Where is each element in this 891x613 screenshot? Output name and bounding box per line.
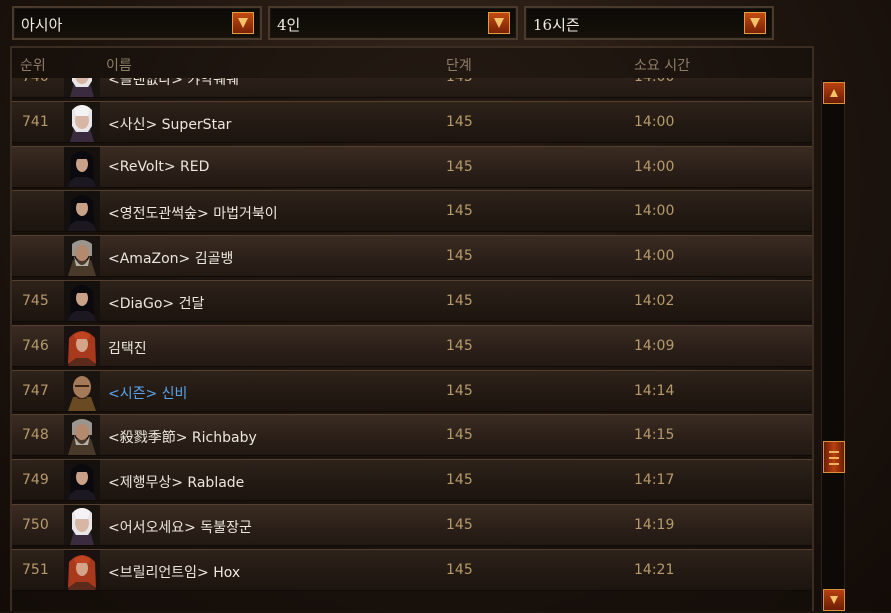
row-time: 14:00 [634, 113, 675, 130]
table-row[interactable]: 750 <어서오세요> 독불장군 145 14:19 [12, 504, 812, 546]
hero-portrait [64, 78, 100, 97]
row-player-name[interactable]: <영전도관썩숲> 마법거북이 [108, 203, 278, 223]
header-time[interactable]: 소요 시간 [634, 55, 690, 75]
table-row[interactable]: 751 <브릴리언트임> Hox 145 14:21 [12, 548, 812, 591]
header-name[interactable]: 이름 [106, 55, 132, 75]
table-row[interactable]: 740 <클랜없다> 캬악퉤퉤 145 14:00 [12, 78, 812, 98]
row-time: 14:00 [634, 248, 675, 265]
row-level: 145 [446, 248, 473, 265]
row-player-name[interactable]: <어서오세요> 독불장군 [108, 517, 252, 537]
region-dropdown[interactable]: 아시아 [12, 6, 262, 40]
table-row[interactable]: <AmaZon> 김골뱅 145 14:00 [12, 235, 812, 278]
header-level[interactable]: 단계 [446, 55, 472, 75]
row-player-name[interactable]: <사신> SuperStar [108, 114, 231, 134]
row-time: 14:21 [634, 561, 675, 578]
arrow-up-icon [830, 89, 838, 97]
hero-portrait [64, 505, 100, 545]
row-level: 145 [446, 337, 473, 354]
row-level: 145 [446, 203, 473, 220]
hero-portrait [64, 415, 100, 456]
table-body: 740 <클랜없다> 캬악퉤퉤14514:00741 <사신> SuperSta… [12, 78, 812, 613]
arrow-down-icon [830, 596, 838, 604]
hero-portrait [64, 460, 100, 501]
row-level: 145 [446, 113, 473, 130]
table-row[interactable]: 745 <DiaGo> 건달 145 14:02 [12, 280, 812, 322]
row-rank: 745 [22, 293, 49, 309]
row-level: 145 [446, 517, 473, 533]
row-player-name[interactable]: <시즌> 신비 [108, 383, 187, 403]
row-rank: 741 [22, 113, 49, 130]
table-header: 순위 이름 단계 소요 시간 [12, 48, 812, 78]
row-player-name[interactable]: 김택진 [108, 338, 147, 358]
row-player-name[interactable]: <殺戮季節> Richbaby [108, 427, 257, 447]
season-dropdown[interactable]: 16시즌 [524, 6, 774, 40]
region-dropdown-value: 아시아 [21, 16, 63, 34]
row-time: 14:00 [634, 203, 675, 220]
table-row[interactable]: <ReVolt> RED 145 14:00 [12, 145, 812, 188]
hero-portrait [64, 281, 100, 321]
table-row[interactable]: 748 <殺戮季節> Richbaby 145 14:15 [12, 414, 812, 457]
table-row[interactable]: 741 <사신> SuperStar 145 14:00 [12, 100, 812, 143]
row-rank: 751 [22, 561, 49, 578]
table-row[interactable]: 749 <제행무상> Rablade 145 14:17 [12, 459, 812, 502]
season-dropdown-value: 16시즌 [533, 16, 580, 34]
row-player-name[interactable]: <ReVolt> RED [108, 159, 209, 175]
row-level: 145 [446, 427, 473, 444]
row-level: 145 [446, 293, 473, 309]
row-player-name[interactable]: <제행무상> Rablade [108, 472, 244, 492]
chevron-down-icon[interactable] [488, 12, 510, 34]
row-level: 145 [446, 382, 473, 399]
party-size-dropdown[interactable]: 4인 [268, 6, 518, 40]
scrollbar-track[interactable] [821, 80, 845, 611]
row-player-name[interactable]: <브릴리언트임> Hox [108, 562, 240, 582]
row-rank: 746 [22, 337, 49, 354]
scroll-down-button[interactable] [823, 589, 845, 611]
hero-portrait [64, 101, 100, 142]
row-player-name[interactable]: <AmaZon> 김골뱅 [108, 248, 233, 268]
row-rank: 748 [22, 427, 49, 444]
row-level: 145 [446, 561, 473, 578]
hero-portrait [64, 549, 100, 590]
hero-portrait [64, 146, 100, 187]
party-size-dropdown-value: 4인 [277, 16, 301, 34]
row-time: 14:09 [634, 337, 675, 354]
scrollbar-thumb[interactable] [823, 441, 845, 473]
chevron-down-icon[interactable] [232, 12, 254, 34]
header-rank[interactable]: 순위 [20, 55, 46, 75]
chevron-down-icon[interactable] [744, 12, 766, 34]
row-time: 14:00 [634, 158, 675, 175]
row-time: 14:15 [634, 427, 675, 444]
row-rank: 750 [22, 517, 49, 533]
row-time: 14:19 [634, 517, 675, 533]
table-row[interactable]: <영전도관썩숲> 마법거북이 145 14:00 [12, 190, 812, 233]
row-player-name[interactable]: <DiaGo> 건달 [108, 293, 204, 313]
row-time: 14:00 [634, 78, 674, 85]
row-level: 145 [446, 158, 473, 175]
row-level: 145 [446, 78, 473, 85]
scroll-up-button[interactable] [823, 82, 845, 104]
table-row[interactable]: 747 <시즌> 신비 145 14:14 [12, 369, 812, 412]
hero-portrait [64, 236, 100, 277]
hero-portrait [64, 191, 100, 232]
row-time: 14:02 [634, 293, 675, 309]
leaderboard-panel: 순위 이름 단계 소요 시간 740 <클랜없다> 캬악퉤퉤14514:0074… [10, 46, 814, 611]
row-rank: 749 [22, 472, 49, 489]
row-level: 145 [446, 472, 473, 489]
hero-portrait [64, 325, 100, 366]
row-time: 14:14 [634, 382, 675, 399]
table-row[interactable]: 746 김택진 145 14:09 [12, 324, 812, 367]
row-rank: 747 [22, 382, 49, 399]
row-time: 14:17 [634, 472, 675, 489]
hero-portrait [64, 370, 100, 411]
row-player-name[interactable]: <클랜없다> 캬악퉤퉤 [108, 78, 239, 89]
row-rank: 740 [22, 78, 49, 85]
